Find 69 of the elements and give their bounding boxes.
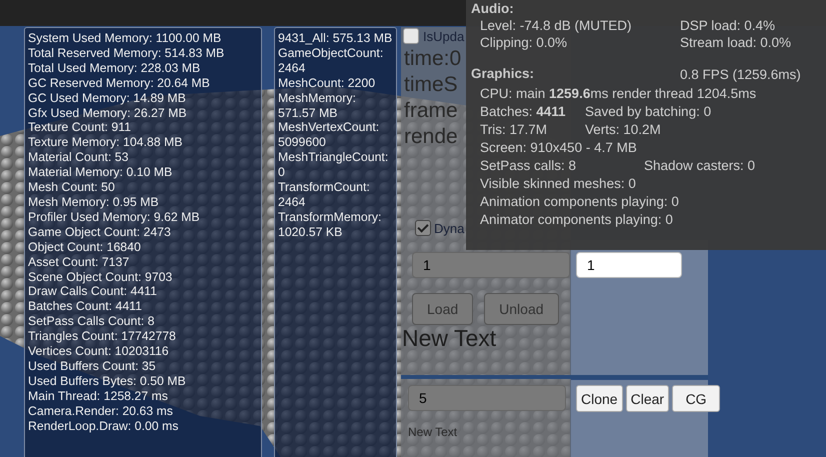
mesh-stat: MeshTriangleCount: 0 xyxy=(278,150,390,180)
status-label: time:0 xyxy=(404,46,462,72)
memory-stat: RenderLoop.Draw: 0.00 ms xyxy=(28,418,178,434)
memory-stat: Batches Count: 4411 xyxy=(28,299,142,314)
stat-text: CPU: main 1259.6ms render thread 1204.5ms xyxy=(480,85,756,103)
stat-text: Batches: 4411 xyxy=(480,103,567,121)
memory-stat: Object Count: 16840 xyxy=(28,240,141,255)
stat-text: Tris: 17.7M xyxy=(480,121,548,139)
checkbox-label: Dyna xyxy=(434,220,464,236)
stat-text: Saved by batching: 0 xyxy=(585,103,712,121)
heading-text: New Text xyxy=(402,325,496,352)
memory-stat: Camera.Render: 20.63 ms xyxy=(28,404,173,419)
stat-text: Verts: 10.2M xyxy=(585,121,661,139)
memory-stat: Vertices Count: 10203116 xyxy=(28,344,169,359)
memory-stat: GC Used Memory: 14.89 MB xyxy=(28,90,186,106)
mesh-stat: MeshCount: 2200 xyxy=(278,76,376,91)
checkbox[interactable] xyxy=(403,28,419,44)
mesh-stat: 9431_All: 575.13 MB xyxy=(278,31,394,46)
stat-text: DSP load: 0.4% xyxy=(680,17,776,34)
memory-stat: Mesh Count: 50 xyxy=(28,180,115,195)
memory-stat: Texture Memory: 104.88 MB xyxy=(28,135,182,150)
memory-stat: Used Buffers Bytes: 0.50 MB xyxy=(28,374,186,389)
memory-stat: Texture Count: 911 xyxy=(28,120,131,136)
memory-stat: Scene Object Count: 9703 xyxy=(28,270,172,284)
memory-stat: Material Count: 53 xyxy=(28,150,128,166)
input-field[interactable]: 1 xyxy=(576,252,682,278)
memory-stat: GC Reserved Memory: 20.64 MB xyxy=(28,76,210,91)
input-field[interactable]: 1 xyxy=(412,252,570,278)
memory-stat: Used Buffers Count: 35 xyxy=(28,358,156,374)
section-title: Audio: xyxy=(471,0,515,17)
stat-text: Level: -74.8 dB (MUTED) xyxy=(480,17,633,34)
action-button[interactable]: CG xyxy=(672,385,720,412)
memory-stat: Game Object Count: 2473 xyxy=(28,224,171,240)
stat-text: Shadow casters: 0 xyxy=(644,157,756,175)
memory-stat: Gfx Used Memory: 26.27 MB xyxy=(28,106,187,120)
mesh-stat: GameObjectCount: 2464 xyxy=(278,46,384,76)
memory-stat: Triangles Count: 17742778 xyxy=(28,329,176,344)
status-label: rende xyxy=(404,124,459,150)
fps-text: 0.8 FPS (1259.6ms) xyxy=(680,66,801,84)
checkbox[interactable] xyxy=(415,220,431,236)
stat-text: SetPass calls: 8 xyxy=(480,157,578,175)
status-label: timeS xyxy=(404,72,459,98)
memory-stat: Main Thread: 1258.27 ms xyxy=(28,388,168,404)
memory-stat: Mesh Memory: 0.95 MB xyxy=(28,194,159,210)
caption-text: New Text xyxy=(408,425,458,439)
memory-stat: Draw Calls Count: 4411 xyxy=(28,284,157,300)
memory-stat: System Used Memory: 1100.00 MB xyxy=(28,31,222,46)
stat-text: Animation components playing: 0 xyxy=(480,193,679,211)
memory-stat: Material Memory: 0.10 MB xyxy=(28,165,172,180)
mesh-stat: TransformCount: 2464 xyxy=(278,180,371,210)
action-button[interactable]: Clear xyxy=(626,385,670,412)
input-field[interactable]: 5 xyxy=(408,385,566,411)
stat-text: Screen: 910x450 - 4.7 MB xyxy=(480,139,637,157)
memory-stat: Total Used Memory: 228.03 MB xyxy=(28,60,200,76)
stat-text: Animator components playing: 0 xyxy=(480,211,673,229)
mesh-stat: TransformMemory: 1020.57 KB xyxy=(278,210,382,240)
memory-stat: Asset Count: 7137 xyxy=(28,254,130,270)
checkbox-label: IsUpda xyxy=(423,28,464,44)
status-label: frame xyxy=(404,98,459,124)
memory-stat: SetPass Calls Count: 8 xyxy=(28,314,154,330)
memory-stat: Total Reserved Memory: 514.83 MB xyxy=(28,46,224,61)
section-title: Graphics: xyxy=(471,65,536,83)
action-button[interactable]: Clone xyxy=(576,385,623,412)
mesh-stat: MeshVertexCount: 5099600 xyxy=(278,120,380,150)
stat-text: Stream load: 0.0% xyxy=(680,34,792,51)
stat-text: Visible skinned meshes: 0 xyxy=(480,175,636,193)
stat-text: Clipping: 0.0% xyxy=(480,34,568,51)
mesh-stat: MeshMemory: 571.57 MB xyxy=(278,90,357,120)
memory-stat: Profiler Used Memory: 9.62 MB xyxy=(28,210,200,225)
